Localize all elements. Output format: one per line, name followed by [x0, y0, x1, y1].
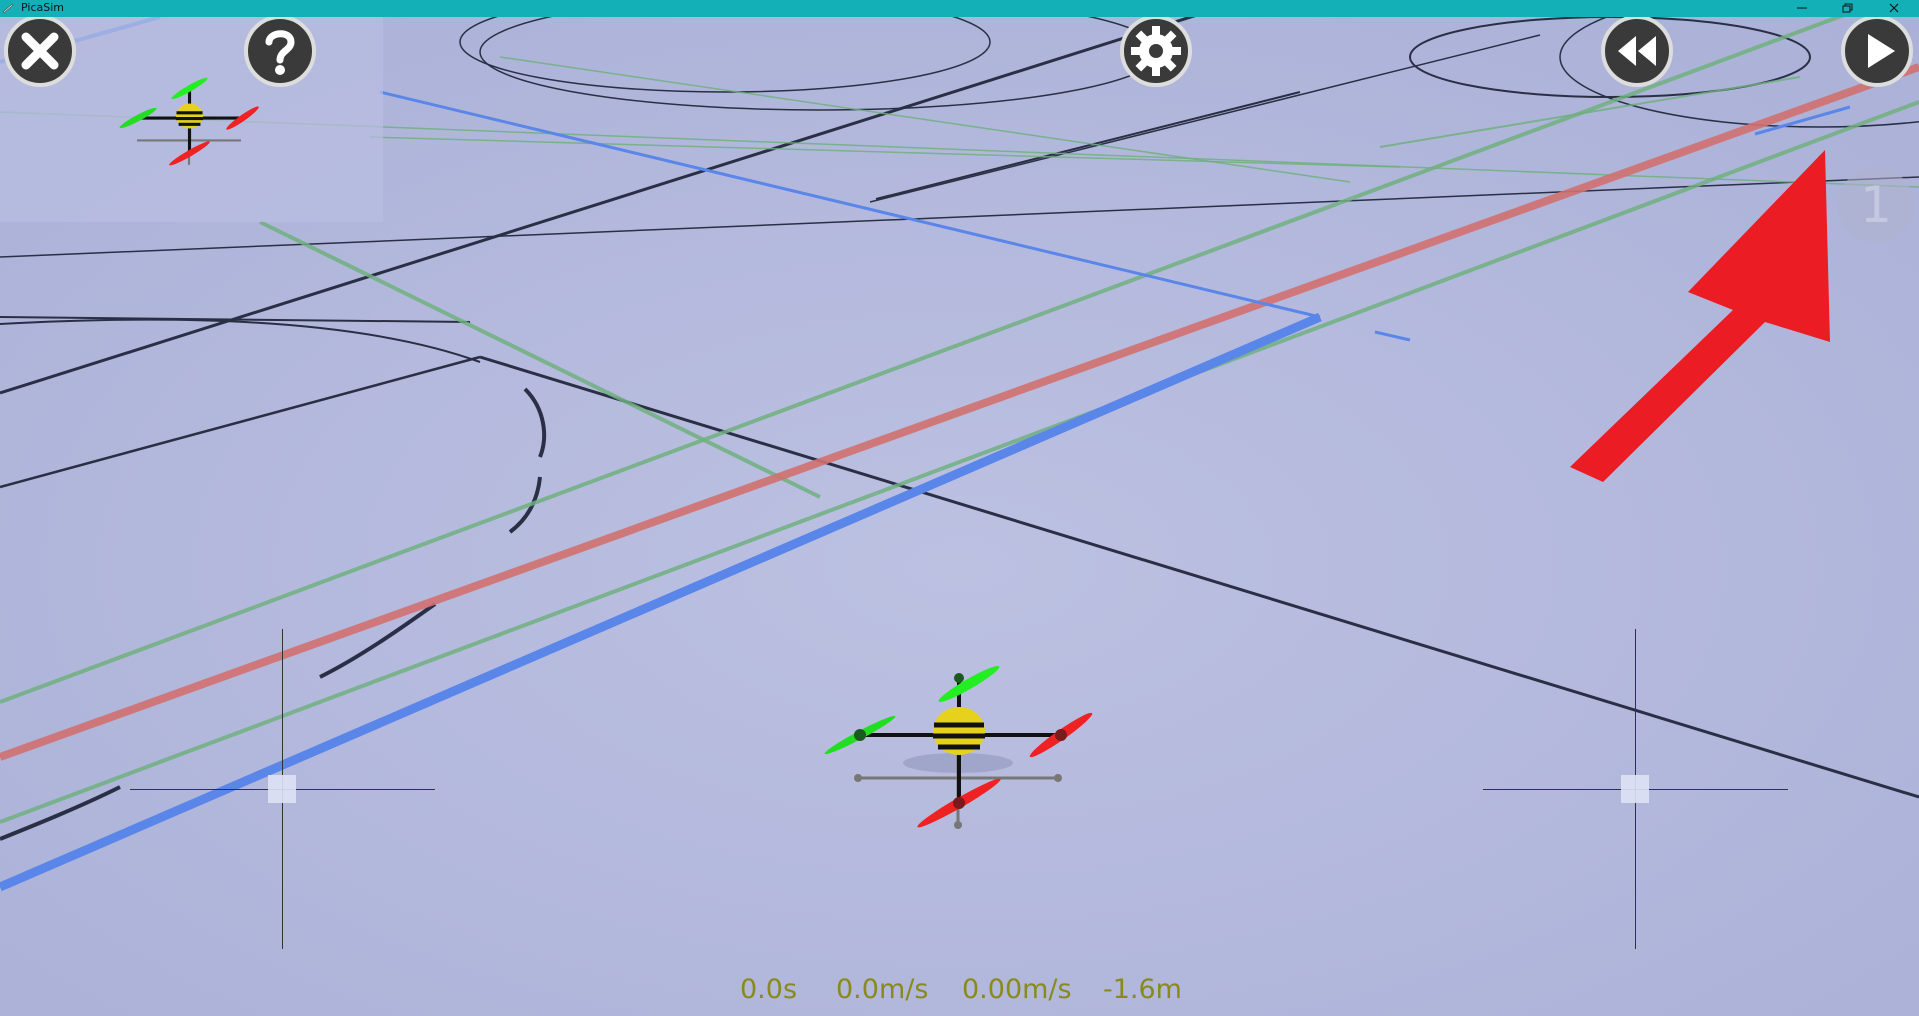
restore-button[interactable]	[1830, 0, 1866, 17]
close-x-icon	[4, 17, 76, 87]
question-mark-icon	[244, 17, 316, 87]
window-titlebar: PicaSim	[0, 0, 1919, 17]
airspeed: 0.0m/s	[836, 974, 929, 1005]
flight-time: 0.0s	[740, 974, 798, 1005]
minimize-button[interactable]	[1784, 0, 1820, 17]
window-close-button[interactable]	[1876, 0, 1912, 17]
rewind-icon	[1601, 17, 1673, 87]
app-icon	[2, 3, 14, 14]
minimize-icon	[1797, 7, 1807, 9]
altitude: -1.6m	[1103, 974, 1182, 1005]
window-title: PicaSim	[21, 1, 64, 14]
flight-status-bar: 0.0s 0.0m/s 0.00m/s -1.6m	[0, 975, 1919, 1005]
player-count-badge: 1	[1838, 167, 1914, 243]
play-button[interactable]	[1840, 17, 1914, 88]
left-control-stick[interactable]	[130, 629, 435, 949]
close-button[interactable]	[3, 17, 77, 88]
settings-button[interactable]	[1119, 17, 1193, 88]
rewind-button[interactable]	[1600, 17, 1674, 88]
right-control-stick[interactable]	[1483, 629, 1788, 949]
gear-icon	[1120, 17, 1192, 87]
simulation-viewport[interactable]: 1	[0, 17, 1919, 1016]
play-icon	[1841, 17, 1913, 87]
vertical-speed: 0.00m/s	[962, 974, 1072, 1005]
left-stick-knob[interactable]	[268, 775, 296, 803]
right-stick-knob[interactable]	[1621, 775, 1649, 803]
help-button[interactable]	[243, 17, 317, 88]
restore-icon	[1842, 3, 1853, 13]
player-count-label: 1	[1860, 176, 1892, 234]
close-icon	[1889, 3, 1899, 13]
